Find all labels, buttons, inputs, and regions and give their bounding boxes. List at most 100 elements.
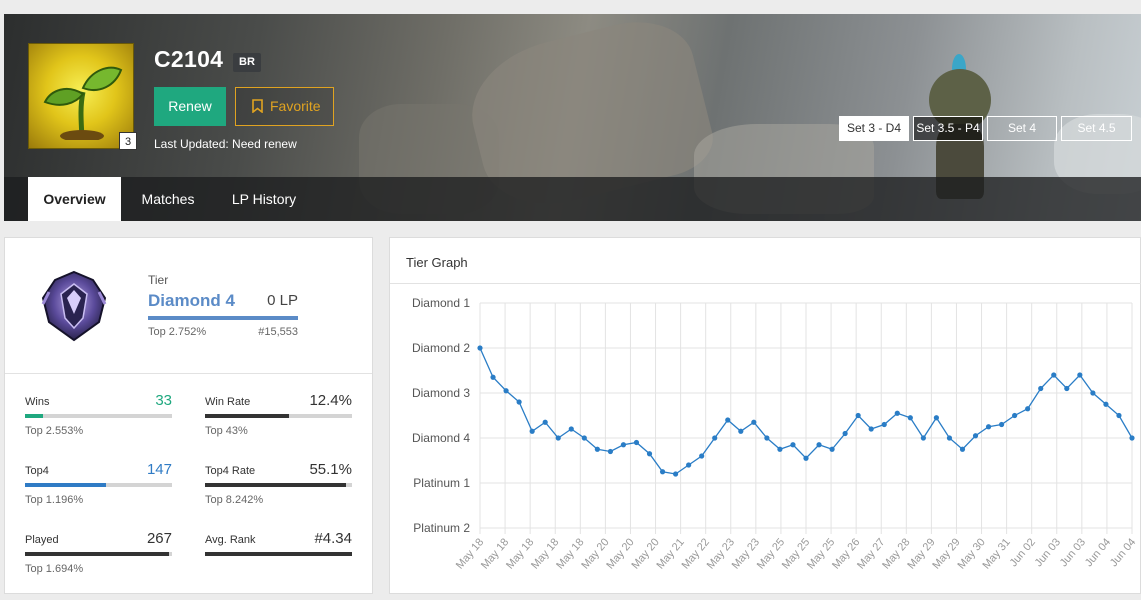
tab-overview[interactable]: Overview	[28, 177, 121, 221]
data-point	[1025, 406, 1031, 412]
data-point	[907, 415, 913, 421]
stat-bar-fill	[205, 552, 352, 556]
data-point	[751, 419, 757, 425]
stat-value: 147	[146, 461, 172, 478]
graph-title: Tier Graph	[406, 255, 468, 270]
stat-name: Top4 Rate	[205, 465, 256, 477]
data-point	[477, 345, 483, 351]
data-point	[516, 399, 522, 405]
tier-top-percent: Top 2.752%	[148, 326, 207, 338]
data-point	[738, 428, 744, 434]
stat-name: Win Rate	[205, 396, 251, 408]
diamond-emblem-icon	[41, 270, 107, 342]
data-point	[646, 451, 653, 457]
data-point	[555, 435, 561, 441]
tier-graph-chart[interactable]: Diamond 1 Diamond 2 Diamond 3 Diamond 4 Plat…	[390, 284, 1141, 594]
tier-progress-bar	[148, 316, 298, 320]
stat-value: 12.4%	[309, 392, 352, 409]
data-point	[764, 435, 770, 441]
last-updated: Last Updated: Need renew	[154, 137, 297, 151]
stat-name: Played	[25, 534, 59, 546]
data-point	[999, 421, 1005, 428]
stat-bar	[205, 414, 352, 418]
stat-bar	[205, 552, 352, 556]
stat-value: 33	[155, 392, 172, 409]
sprout-icon	[43, 66, 123, 140]
x-tick-label: May 31	[981, 536, 1013, 571]
bookmark-icon	[252, 99, 263, 113]
data-point	[1077, 372, 1083, 378]
data-point	[1051, 372, 1057, 378]
profile-avatar: 3	[28, 43, 137, 150]
tier-lp: 0 LP	[267, 292, 298, 309]
season-tab-set-3[interactable]: Set 3 - D4	[839, 116, 909, 141]
data-point	[777, 446, 783, 452]
region-badge: BR	[233, 53, 261, 72]
x-tick-label: Jun 04	[1083, 536, 1113, 569]
data-point	[881, 421, 887, 428]
season-tab-set-4[interactable]: Set 4	[987, 116, 1057, 141]
stat-top-percent: Top 1.196%	[25, 494, 84, 506]
stat-name: Avg. Rank	[205, 534, 256, 546]
y-tick-label: Diamond 4	[412, 431, 470, 445]
y-tick-label: Diamond 2	[412, 341, 470, 355]
data-point	[1129, 435, 1135, 441]
data-point	[868, 426, 874, 432]
profile-tabs: Overview Matches LP History	[4, 177, 1141, 221]
tier-label: Tier	[148, 273, 169, 287]
data-point	[1103, 401, 1109, 407]
rank-box: Tier Diamond 4 0 LP Top 2.752% #15,553	[5, 238, 372, 374]
stat-bar-fill	[205, 483, 347, 487]
renew-button[interactable]: Renew	[154, 87, 226, 126]
data-point	[829, 446, 835, 452]
stat-bar	[25, 552, 172, 556]
stat-bar-fill	[25, 414, 44, 418]
stat-top-percent: Top 8.242%	[205, 494, 264, 506]
data-point	[816, 442, 822, 448]
data-point	[855, 412, 861, 419]
data-point	[581, 435, 587, 441]
data-point	[1038, 385, 1044, 392]
favorite-button[interactable]: Favorite	[235, 87, 334, 126]
stat-bar-fill	[25, 552, 170, 556]
data-point	[568, 426, 574, 432]
y-tick-label: Diamond 1	[412, 296, 470, 310]
data-point	[673, 471, 679, 477]
x-tick-label: Jun 03	[1058, 536, 1088, 569]
favorite-label: Favorite	[270, 98, 321, 114]
data-point	[633, 439, 640, 446]
x-tick-label: Jun 03	[1033, 536, 1063, 569]
rank-summary-card: Tier Diamond 4 0 LP Top 2.752% #15,553 W…	[4, 237, 373, 594]
data-point	[920, 435, 926, 441]
data-point	[1116, 412, 1122, 419]
stat-name: Wins	[25, 396, 50, 408]
data-point	[620, 442, 627, 448]
data-point	[594, 446, 600, 452]
tab-matches[interactable]: Matches	[131, 177, 205, 221]
stat-value: 267	[146, 530, 172, 547]
data-point	[490, 374, 496, 380]
stat-bar-fill	[205, 414, 289, 418]
data-point	[712, 435, 718, 441]
summoner-name: C2104	[154, 46, 224, 72]
stat-top-percent: Top 1.694%	[25, 563, 84, 575]
stat-bar-fill	[25, 483, 106, 487]
stat-value: #4.34	[314, 530, 352, 547]
data-point	[1012, 412, 1018, 419]
tier-graph-card: Tier Graph Diamond 1 Diamond 2 Diamond 3 Di…	[389, 237, 1141, 594]
x-tick-label: Jun 02	[1008, 536, 1038, 569]
stat-bar	[25, 414, 172, 418]
season-tab-set-3-5[interactable]: Set 3.5 - P4	[913, 116, 983, 141]
data-point	[972, 433, 979, 439]
data-point	[894, 410, 900, 416]
profile-header: 3 C2104 BR Renew Favorite Last Updated: …	[4, 14, 1141, 221]
season-tab-set-4-5[interactable]: Set 4.5	[1061, 116, 1132, 141]
stat-name: Top4	[25, 465, 49, 477]
y-tick-label: Diamond 3	[412, 386, 470, 400]
tab-lp-history[interactable]: LP History	[219, 177, 309, 221]
data-point	[1090, 390, 1096, 396]
data-point	[959, 446, 966, 452]
data-point	[607, 448, 613, 455]
stat-top-percent: Top 43%	[205, 425, 248, 437]
tier-name: Diamond 4	[148, 291, 235, 310]
